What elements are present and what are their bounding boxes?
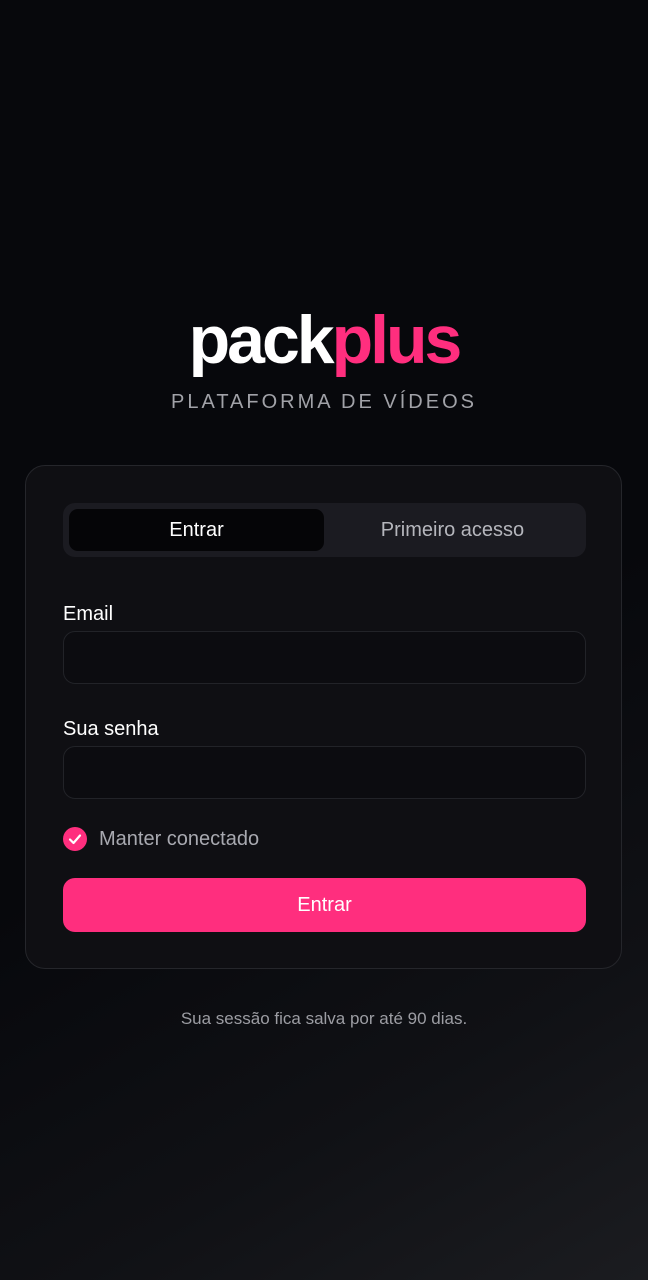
session-note: Sua sessão fica salva por até 90 dias. — [180, 1009, 468, 1028]
login-card: Entrar Primeiro acesso Email Sua senha M… — [25, 465, 622, 969]
tab-primeiro-acesso[interactable]: Primeiro acesso — [325, 509, 580, 551]
auth-tabs: Entrar Primeiro acesso — [63, 503, 586, 557]
password-label: Sua senha — [63, 718, 159, 740]
logo-accent: plus — [331, 302, 463, 378]
check-icon — [68, 834, 82, 845]
logo-primary: pack — [188, 302, 335, 378]
email-field[interactable] — [63, 631, 586, 684]
password-field[interactable] — [63, 746, 586, 799]
remember-label: Manter conectado — [99, 827, 260, 850]
tab-entrar[interactable]: Entrar — [69, 509, 324, 551]
remember-checkbox[interactable] — [63, 827, 87, 851]
tagline: PLATAFORMA DE VÍDEOS — [171, 391, 477, 413]
logo: packplus — [0, 300, 648, 380]
submit-button[interactable]: Entrar — [63, 878, 586, 932]
email-label: Email — [63, 603, 114, 625]
remember-me[interactable]: Manter conectado — [63, 826, 259, 852]
